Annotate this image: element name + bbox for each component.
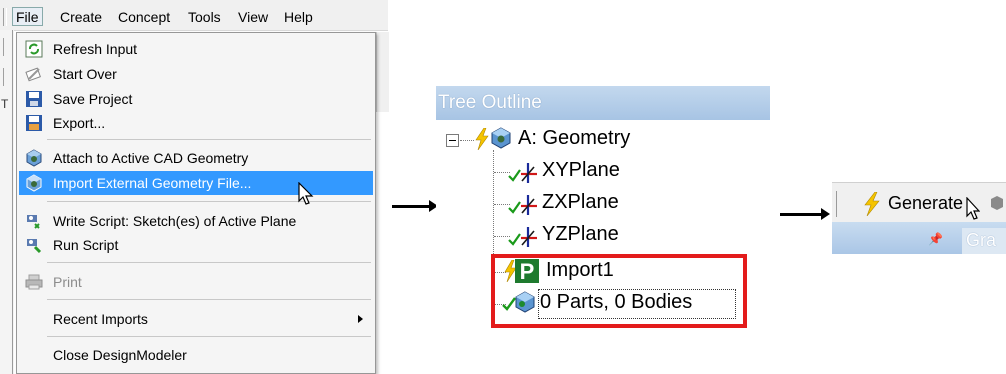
toolbar-stub bbox=[376, 32, 389, 112]
plane-axes-icon bbox=[508, 195, 537, 215]
menu-file[interactable]: File bbox=[12, 7, 43, 26]
generate-toolbar-panel: Generate 📌 Gra bbox=[832, 182, 1006, 254]
panel-header-bar: 📌 Gra bbox=[832, 222, 1006, 254]
menu-item-attach-cad[interactable]: Attach to Active CAD Geometry bbox=[19, 146, 373, 170]
menu-bar: File Create Concept Tools View Help bbox=[0, 0, 388, 31]
step-arrow bbox=[392, 200, 438, 212]
menu-item-start-over[interactable]: Start Over bbox=[19, 62, 373, 86]
menu-item-label: Save Project bbox=[53, 91, 133, 107]
menu-item-label: Print bbox=[53, 274, 82, 290]
tree-node-zxplane[interactable]: ZXPlane bbox=[436, 188, 696, 218]
write-script-icon bbox=[27, 215, 40, 229]
menu-item-label: Start Over bbox=[53, 66, 117, 82]
export-icon bbox=[26, 115, 42, 131]
menu-item-label: Export... bbox=[53, 115, 106, 131]
tree-outline-title: Tree Outline bbox=[438, 92, 542, 113]
submenu-arrow-icon bbox=[358, 315, 363, 323]
menu-item-close-designmodeler[interactable]: Close DesignModeler bbox=[19, 343, 373, 367]
menu-item-import-external-geometry[interactable]: Import External Geometry File... bbox=[19, 171, 373, 195]
menu-item-label: Close DesignModeler bbox=[53, 347, 187, 363]
tree-node-label: XYPlane bbox=[542, 159, 620, 181]
menu-separator bbox=[47, 336, 371, 337]
menu-item-print: Print bbox=[19, 270, 373, 294]
toolbar-tool-icon[interactable] bbox=[990, 195, 1004, 211]
graphics-tab[interactable]: Gra bbox=[962, 228, 1006, 254]
panel-tab-letter: T bbox=[1, 97, 9, 111]
menu-item-export[interactable]: Export... bbox=[19, 111, 373, 135]
menu-item-write-script[interactable]: Write Script: Sketch(es) of Active Plane bbox=[19, 209, 373, 233]
save-icon bbox=[26, 91, 42, 107]
generate-button[interactable]: Generate bbox=[856, 190, 976, 218]
tree-node-geometry[interactable]: A: Geometry bbox=[436, 124, 696, 154]
tree-node-yzplane[interactable]: YZPlane bbox=[436, 220, 696, 250]
plane-axes-icon bbox=[508, 227, 537, 247]
menu-item-label: Run Script bbox=[53, 237, 119, 253]
menu-item-label: Refresh Input bbox=[53, 41, 138, 57]
menu-item-save-project[interactable]: Save Project bbox=[19, 87, 373, 111]
menu-separator bbox=[47, 139, 371, 140]
highlight-box bbox=[491, 254, 747, 328]
print-icon bbox=[25, 274, 43, 290]
menu-item-run-script[interactable]: Run Script bbox=[19, 233, 373, 257]
menu-item-recent-imports[interactable]: Recent Imports bbox=[19, 307, 373, 331]
attach-cad-icon bbox=[26, 149, 42, 167]
file-menu-panel: File Create Concept Tools View Help T Re… bbox=[0, 0, 389, 374]
menu-view[interactable]: View bbox=[238, 9, 268, 25]
toolbar-grip bbox=[3, 38, 6, 56]
plane-axes-icon bbox=[508, 163, 537, 183]
generate-label: Generate bbox=[888, 193, 964, 213]
run-script-icon bbox=[27, 239, 42, 254]
tree-node-xyplane[interactable]: XYPlane bbox=[436, 156, 696, 186]
menu-item-label: Attach to Active CAD Geometry bbox=[53, 150, 249, 166]
panel-border bbox=[12, 30, 13, 374]
graphics-tab-label: Gra bbox=[966, 230, 997, 250]
toolbar-grip bbox=[3, 8, 7, 26]
menu-separator bbox=[47, 299, 371, 300]
menu-item-refresh-input[interactable]: Refresh Input bbox=[19, 37, 373, 61]
tree-node-label: ZXPlane bbox=[542, 191, 619, 213]
menu-item-label: Recent Imports bbox=[53, 311, 148, 327]
toolbar: Generate bbox=[832, 182, 1006, 223]
tree-outline-header: Tree Outline bbox=[436, 86, 770, 120]
lightning-icon bbox=[475, 128, 489, 150]
mouse-pointer-icon bbox=[298, 182, 314, 205]
menu-separator bbox=[47, 262, 371, 263]
geometry-icon bbox=[491, 127, 511, 149]
mouse-pointer-icon bbox=[966, 197, 980, 220]
menu-item-label: Import External Geometry File... bbox=[53, 175, 252, 191]
refresh-icon bbox=[25, 40, 43, 58]
toolbar-separator bbox=[836, 191, 837, 217]
menu-concept[interactable]: Concept bbox=[118, 9, 170, 25]
start-over-icon bbox=[25, 67, 41, 82]
file-dropdown-menu: Refresh Input Start Over Save Project Ex… bbox=[16, 32, 376, 374]
menu-separator bbox=[47, 201, 371, 202]
menu-tools[interactable]: Tools bbox=[188, 9, 221, 25]
menu-help[interactable]: Help bbox=[284, 9, 313, 25]
tree-node-label: A: Geometry bbox=[518, 127, 631, 149]
import-geometry-icon bbox=[26, 174, 42, 192]
lightning-icon bbox=[864, 192, 880, 216]
menu-item-label: Write Script: Sketch(es) of Active Plane bbox=[53, 213, 297, 229]
toolbar-grip bbox=[3, 68, 6, 86]
collapse-icon[interactable] bbox=[446, 134, 459, 147]
menu-create[interactable]: Create bbox=[60, 9, 102, 25]
tree-node-label: YZPlane bbox=[542, 223, 619, 245]
pin-icon[interactable]: 📌 bbox=[928, 232, 943, 246]
step-arrow bbox=[780, 208, 830, 220]
